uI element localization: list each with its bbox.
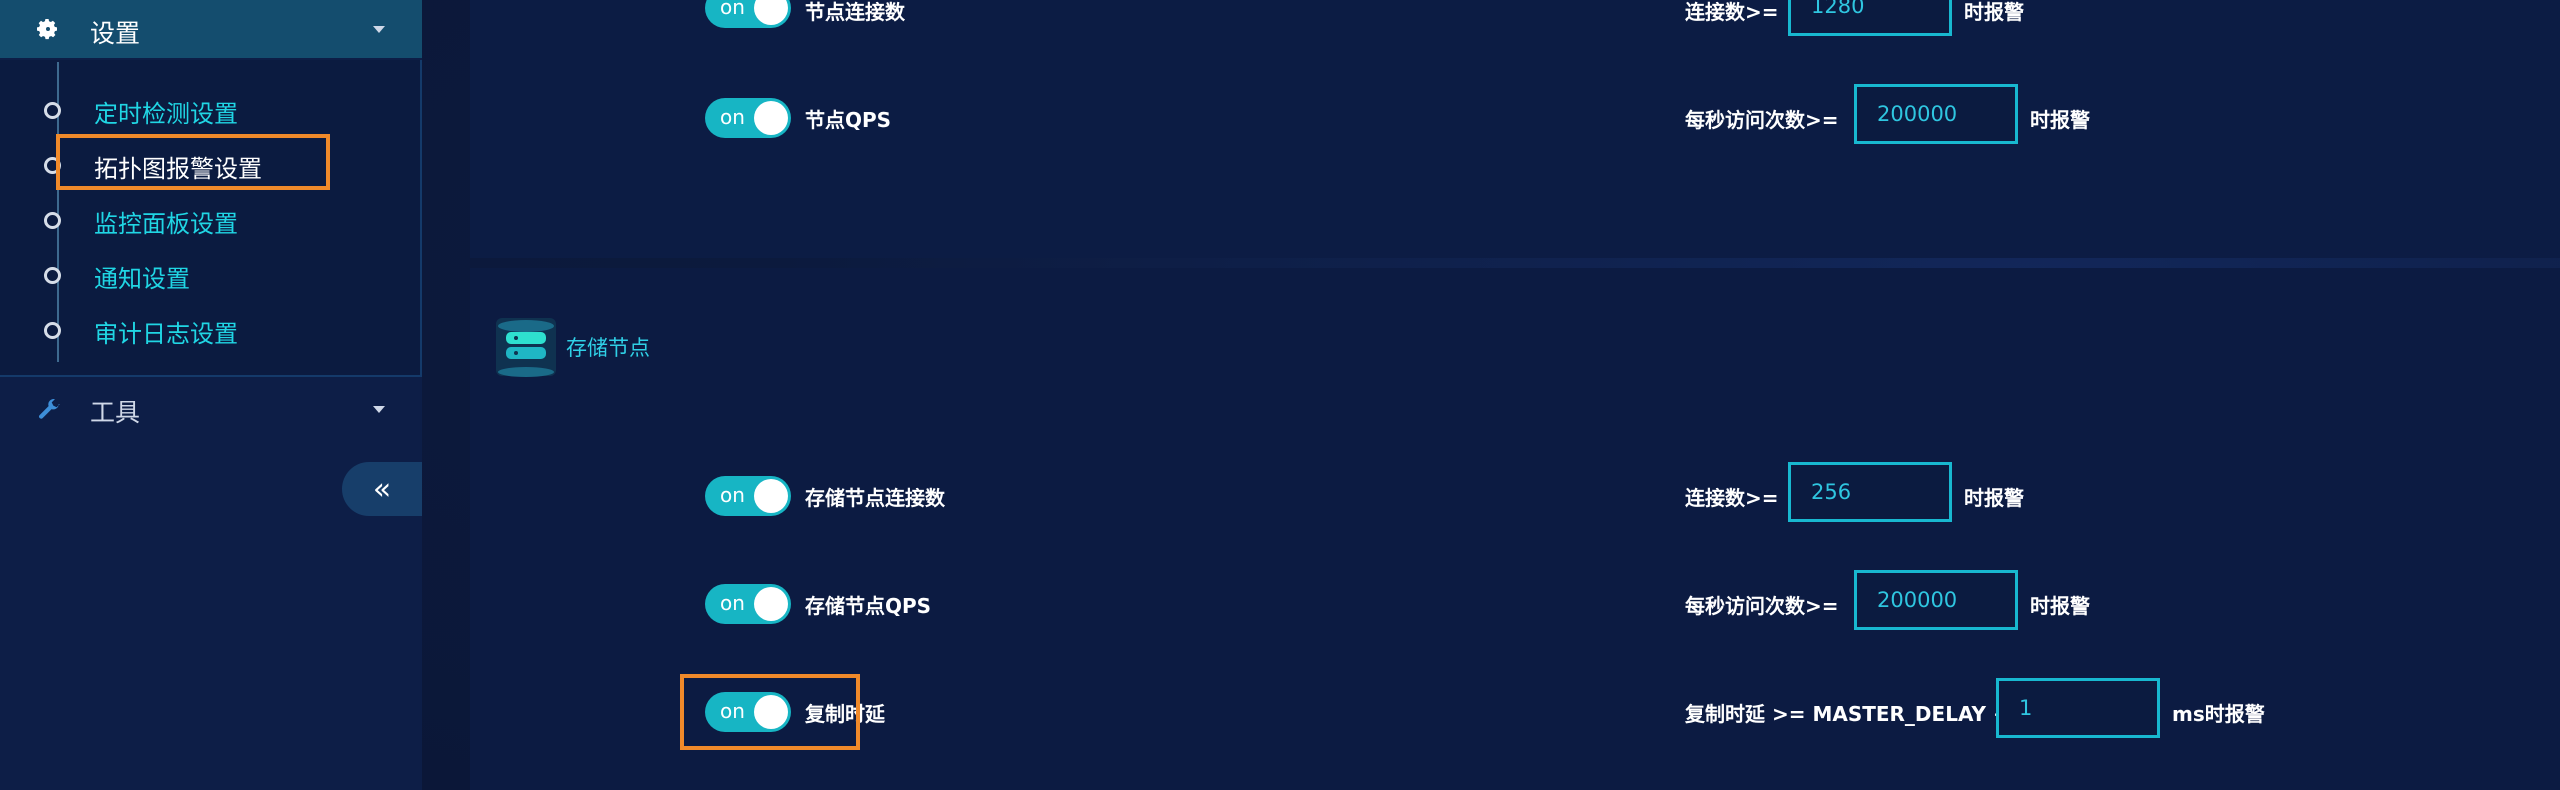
- settings-submenu: 定时检测设置 拓扑图报警设置 监控面板设置 通知设置 审计日志设置: [0, 60, 422, 377]
- storage-node-panel: 存储节点 on 存储节点连接数 连接数>= 256 时报警 on 存储节点QPS…: [470, 268, 2560, 790]
- threshold-input-node-connections[interactable]: 1280: [1788, 0, 1952, 36]
- condition-text: 每秒访问次数>=: [1685, 594, 1839, 618]
- sidebar-item-label: 定时检测设置: [94, 100, 238, 128]
- sidebar-item-scheduled-check[interactable]: 定时检测设置: [0, 90, 420, 130]
- suffix-text: 时报警: [1964, 486, 2024, 510]
- node-alarm-panel: on 节点连接数 连接数>= 1280 时报警 on 节点QPS 每秒访问次数>…: [470, 0, 2560, 258]
- row-label-node-qps: 节点QPS: [805, 108, 892, 132]
- bullet-icon: [44, 322, 61, 339]
- toggle-on-label: on: [720, 591, 745, 615]
- sidebar-item-label: 监控面板设置: [94, 210, 238, 238]
- row-label-storage-qps: 存储节点QPS: [805, 594, 932, 618]
- main-content: on 节点连接数 连接数>= 1280 时报警 on 节点QPS 每秒访问次数>…: [422, 0, 2560, 790]
- threshold-input-replication-delay[interactable]: 1: [1996, 678, 2160, 738]
- condition-text: 每秒访问次数>=: [1685, 108, 1839, 132]
- sidebar-item-label: 通知设置: [94, 265, 190, 293]
- threshold-input-storage-connections[interactable]: 256: [1788, 462, 1952, 522]
- toggle-on-label: on: [720, 483, 745, 507]
- toggle-storage-qps[interactable]: on: [705, 584, 791, 624]
- toggle-knob: [754, 479, 788, 513]
- highlight-box-topology: [56, 134, 330, 190]
- sidebar-item-audit-log[interactable]: 审计日志设置: [0, 310, 420, 350]
- toggle-on-label: on: [720, 0, 745, 19]
- suffix-text: ms时报警: [2172, 702, 2265, 726]
- highlight-box-replication-delay: [680, 674, 860, 750]
- sidebar-menu-settings[interactable]: 设置: [0, 0, 422, 58]
- toggle-node-qps[interactable]: on: [705, 98, 791, 138]
- sidebar-item-monitor-panel[interactable]: 监控面板设置: [0, 200, 420, 240]
- suffix-text: 时报警: [2030, 594, 2090, 618]
- condition-text: 复制时延 >= MASTER_DELAY +: [1685, 702, 2010, 726]
- threshold-input-node-qps[interactable]: 200000: [1854, 84, 2018, 144]
- gear-icon: [37, 19, 57, 40]
- bullet-icon: [44, 267, 61, 284]
- chevron-down-icon: [373, 406, 385, 413]
- row-label-node-connections: 节点连接数: [805, 0, 905, 24]
- toggle-node-connections[interactable]: on: [705, 0, 791, 28]
- double-chevron-left-icon: «: [372, 471, 392, 507]
- sidebar-collapse-button[interactable]: «: [342, 462, 422, 516]
- chevron-down-icon: [373, 26, 385, 33]
- row-label-storage-connections: 存储节点连接数: [805, 486, 945, 510]
- section-title-storage: 存储节点: [566, 336, 650, 360]
- sidebar-tools-label: 工具: [90, 398, 141, 427]
- wrench-icon: [39, 399, 60, 419]
- toggle-storage-connections[interactable]: on: [705, 476, 791, 516]
- database-icon: [496, 318, 556, 377]
- condition-text: 连接数>=: [1685, 486, 1779, 510]
- sidebar: 设置 定时检测设置 拓扑图报警设置 监控面板设置 通知设置 审计日志设置 工具 …: [0, 0, 422, 790]
- toggle-on-label: on: [720, 105, 745, 129]
- bullet-icon: [44, 102, 61, 119]
- sidebar-settings-label: 设置: [90, 19, 141, 48]
- bullet-icon: [44, 212, 61, 229]
- sidebar-item-label: 审计日志设置: [94, 320, 238, 348]
- toggle-knob: [754, 0, 788, 25]
- toggle-knob: [754, 101, 788, 135]
- sidebar-menu-tools[interactable]: 工具: [0, 385, 422, 435]
- condition-text: 连接数>=: [1685, 0, 1779, 24]
- sidebar-item-notification[interactable]: 通知设置: [0, 255, 420, 295]
- toggle-knob: [754, 587, 788, 621]
- suffix-text: 时报警: [2030, 108, 2090, 132]
- suffix-text: 时报警: [1964, 0, 2024, 24]
- threshold-input-storage-qps[interactable]: 200000: [1854, 570, 2018, 630]
